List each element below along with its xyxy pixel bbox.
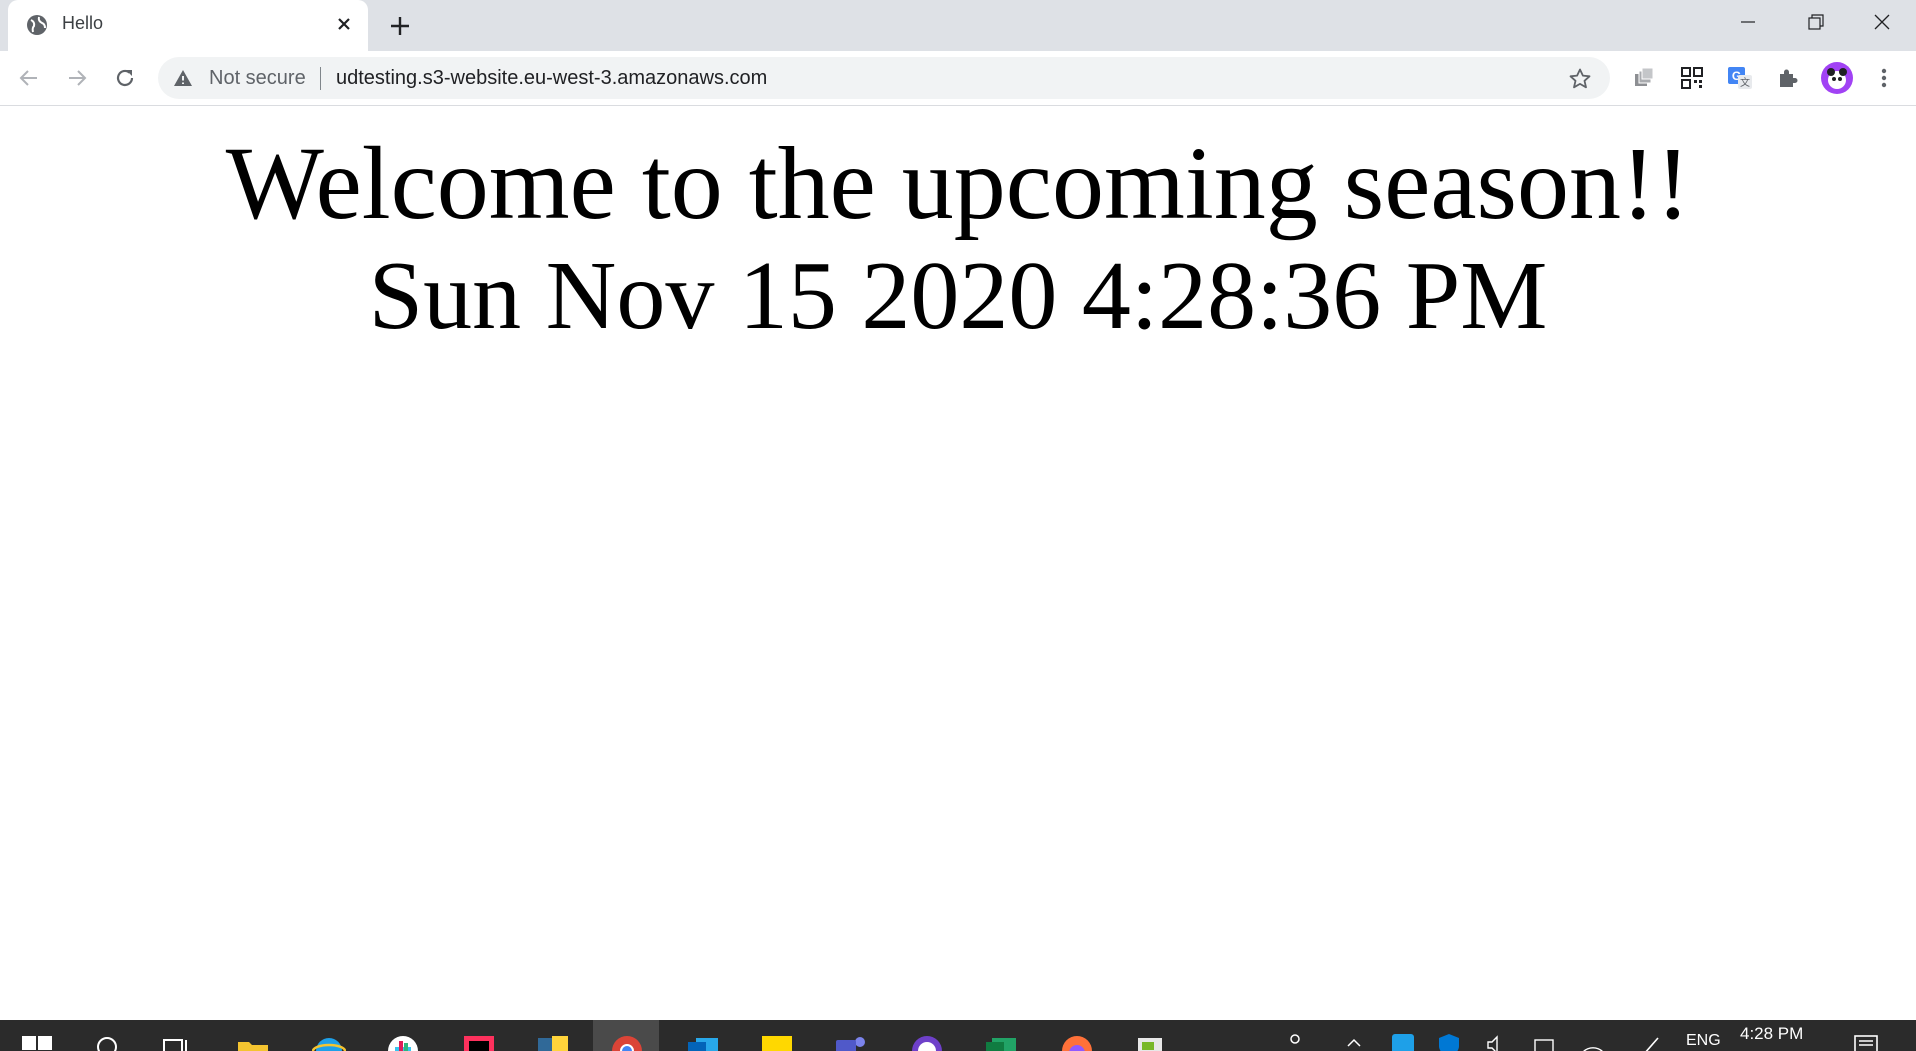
intellij-icon[interactable] xyxy=(462,1034,496,1051)
bookmark-star-icon[interactable] xyxy=(1568,67,1592,91)
current-datetime: Sun Nov 15 2020 4:28:36 PM xyxy=(368,242,1548,350)
notifications-icon[interactable] xyxy=(1852,1032,1880,1051)
shield-icon[interactable] xyxy=(1436,1032,1462,1051)
back-arrow-icon xyxy=(19,70,37,86)
profile-button[interactable] xyxy=(1820,61,1854,95)
onedrive-icon[interactable] xyxy=(1390,1032,1416,1051)
chrome-icon[interactable] xyxy=(610,1034,644,1051)
tab-title: Hello xyxy=(62,13,104,33)
restore-button[interactable] xyxy=(1782,0,1850,44)
volume-icon[interactable] xyxy=(1484,1032,1510,1051)
warning-icon[interactable] xyxy=(173,68,193,88)
tab-manager-icon xyxy=(1635,67,1654,86)
language-indicator[interactable]: ENG xyxy=(1686,1032,1721,1050)
page-content: Welcome to the upcoming season!! Sun Nov… xyxy=(0,106,1916,1020)
restore-icon xyxy=(1808,14,1824,30)
minimize-button[interactable] xyxy=(1714,0,1782,44)
extensions-puzzle-icon xyxy=(1780,69,1798,87)
qr-code-extension[interactable] xyxy=(1678,64,1706,92)
extensions-button[interactable] xyxy=(1774,64,1802,92)
excel-icon[interactable] xyxy=(984,1034,1018,1051)
profile-avatar xyxy=(1821,62,1853,94)
close-window-icon xyxy=(1874,14,1890,30)
wifi-icon[interactable] xyxy=(1580,1032,1606,1051)
python-icon[interactable] xyxy=(536,1034,570,1051)
reload-icon xyxy=(116,69,134,87)
teams-icon[interactable] xyxy=(834,1034,868,1051)
search-icon[interactable] xyxy=(92,1034,126,1051)
svg-text:文: 文 xyxy=(1740,76,1750,89)
firefox-icon[interactable] xyxy=(1060,1034,1094,1051)
browser-menu-button[interactable] xyxy=(1870,64,1898,92)
forward-button[interactable] xyxy=(62,63,92,93)
internet-explorer-icon[interactable] xyxy=(312,1034,346,1051)
forward-arrow-icon xyxy=(69,70,87,86)
browser-toolbar: Not secure udtesting.s3-website.eu-west-… xyxy=(0,51,1916,106)
close-window-button[interactable] xyxy=(1848,0,1916,44)
notepad-icon[interactable] xyxy=(1134,1034,1168,1051)
start-icon[interactable] xyxy=(20,1034,54,1051)
translate-extension[interactable]: G 文 xyxy=(1726,64,1754,92)
sticky-notes-icon[interactable] xyxy=(760,1034,794,1051)
close-icon[interactable] xyxy=(333,13,355,35)
url-text[interactable]: udtesting.s3-website.eu-west-3.amazonaws… xyxy=(336,67,767,90)
slack-icon[interactable] xyxy=(386,1034,420,1051)
task-view-icon[interactable] xyxy=(160,1034,194,1051)
file-explorer-icon[interactable] xyxy=(236,1034,270,1051)
browser-titlebar: Hello xyxy=(0,0,1916,51)
github-desktop-icon[interactable] xyxy=(910,1034,944,1051)
security-label[interactable]: Not secure xyxy=(209,67,306,90)
minimize-icon xyxy=(1741,21,1755,23)
browser-tab[interactable]: Hello xyxy=(8,0,368,51)
battery-icon[interactable] xyxy=(1532,1032,1558,1051)
people-icon[interactable] xyxy=(1282,1032,1308,1051)
address-bar[interactable]: Not secure udtesting.s3-website.eu-west-… xyxy=(158,57,1610,99)
outlook-icon[interactable] xyxy=(686,1034,720,1051)
windows-taskbar: ENG 4:28 PM xyxy=(0,1020,1916,1051)
globe-icon xyxy=(27,15,47,35)
chevron-up-icon[interactable] xyxy=(1344,1034,1364,1051)
tab-manager-extension[interactable] xyxy=(1630,64,1658,92)
reload-button[interactable] xyxy=(110,63,140,93)
google-translate-icon: G 文 xyxy=(1728,67,1752,89)
back-button[interactable] xyxy=(14,63,44,93)
menu-kebab-icon xyxy=(1881,68,1887,88)
taskbar-clock[interactable]: 4:28 PM xyxy=(1740,1024,1803,1044)
new-tab-icon[interactable] xyxy=(385,11,415,41)
divider xyxy=(320,67,321,90)
qr-code-icon xyxy=(1681,67,1703,89)
pen-icon[interactable] xyxy=(1638,1032,1664,1051)
page-heading: Welcome to the upcoming season!! xyxy=(225,126,1691,241)
